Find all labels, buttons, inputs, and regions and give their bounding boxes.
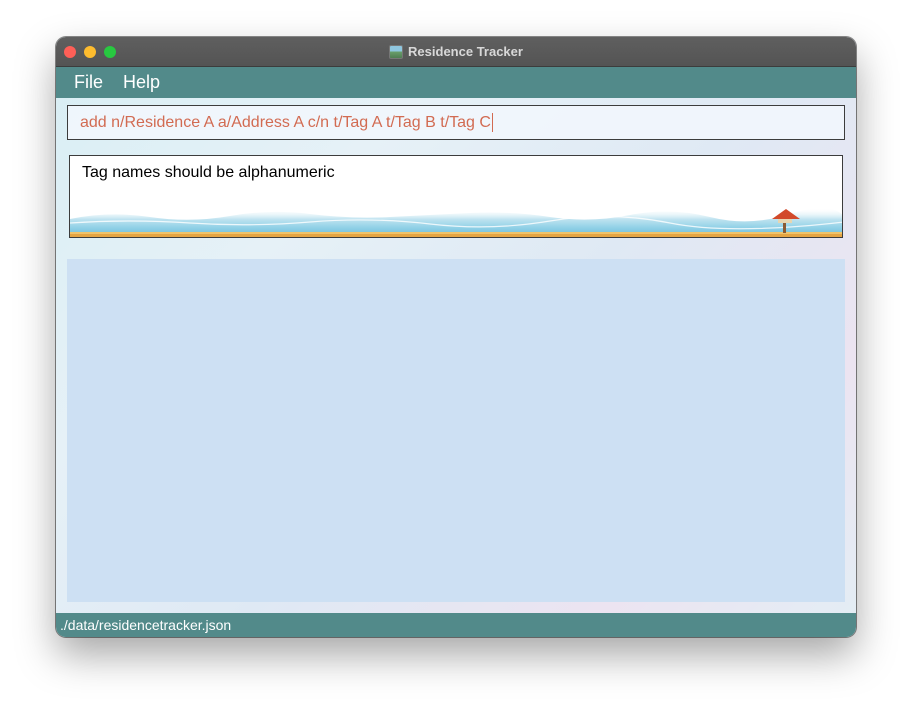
result-display: Tag names should be alphanumeric — [69, 155, 843, 238]
beach-scene-illustration — [70, 208, 842, 237]
app-window: Residence Tracker File Help add n/Reside… — [56, 37, 856, 637]
menu-bar: File Help — [56, 67, 856, 98]
app-landscape-icon — [389, 44, 404, 59]
result-message: Tag names should be alphanumeric — [82, 164, 335, 181]
text-caret — [491, 113, 493, 132]
status-bar: ./data/residencetracker.json — [56, 613, 856, 637]
window-title-group: Residence Tracker — [56, 37, 856, 66]
window-title: Residence Tracker — [408, 44, 523, 59]
command-input[interactable]: add n/Residence A a/Address A c/n t/Tag … — [67, 105, 845, 140]
command-input-text[interactable]: add n/Residence A a/Address A c/n t/Tag … — [80, 114, 491, 132]
menu-help[interactable]: Help — [123, 72, 160, 93]
save-location-path: ./data/residencetracker.json — [60, 617, 232, 633]
residence-list-panel[interactable] — [67, 259, 845, 602]
menu-file[interactable]: File — [74, 72, 103, 93]
title-bar[interactable]: Residence Tracker — [56, 37, 856, 67]
